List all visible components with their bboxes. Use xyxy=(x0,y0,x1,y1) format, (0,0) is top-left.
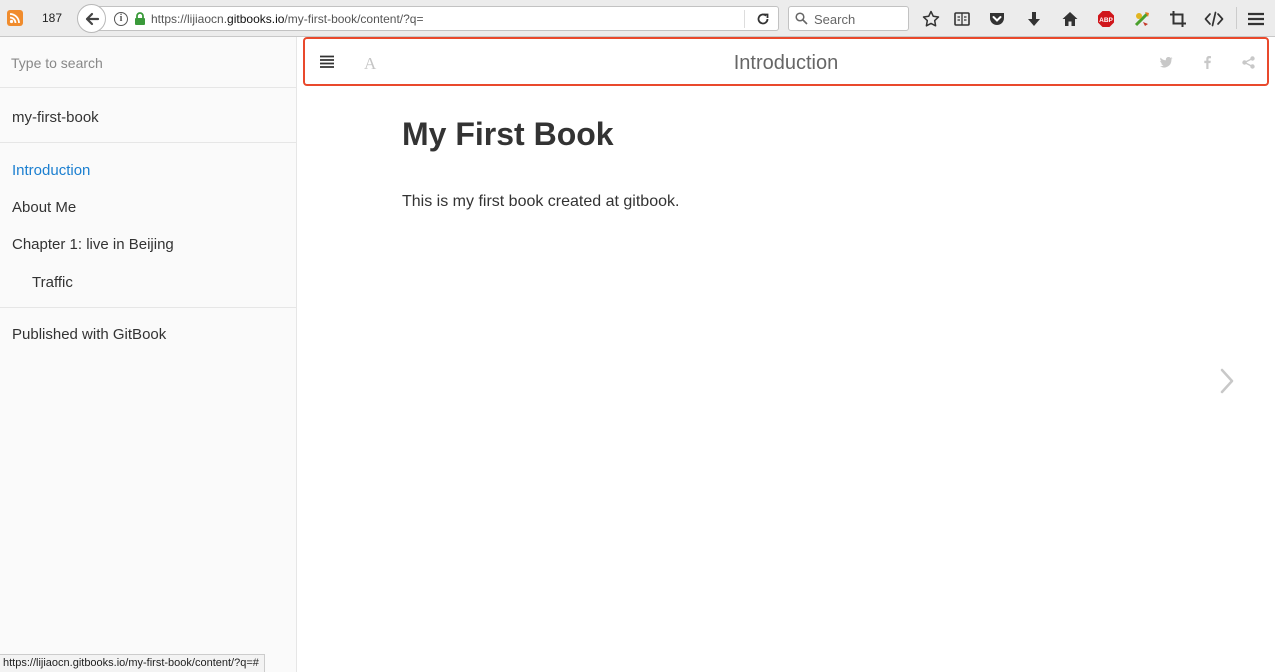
sidebar-divider xyxy=(0,307,296,308)
page-paragraph: This is my first book created at gitbook… xyxy=(402,193,680,210)
back-button[interactable] xyxy=(77,4,106,33)
sidebar-item-traffic[interactable]: Traffic xyxy=(32,274,73,291)
back-arrow-icon xyxy=(85,12,99,25)
chevron-right-icon[interactable] xyxy=(1218,366,1236,401)
sidebar-search-placeholder: Type to search xyxy=(11,55,103,71)
star-icon[interactable] xyxy=(921,9,941,29)
facebook-icon[interactable] xyxy=(1204,56,1211,69)
url-path: /my-first-book/content/?q= xyxy=(284,12,424,26)
sidebar-book-title[interactable]: my-first-book xyxy=(12,109,99,126)
sidebar-footer-link[interactable]: Published with GitBook xyxy=(12,326,166,343)
toolbar-divider xyxy=(1236,7,1237,29)
sidebar-search-input[interactable]: Type to search xyxy=(0,37,296,88)
sidebar-item-introduction[interactable]: Introduction xyxy=(12,162,90,179)
pocket-icon[interactable] xyxy=(987,9,1007,29)
url-bar[interactable]: i https://lijiaocn.gitbooks.io/my-first-… xyxy=(96,6,779,31)
adblock-label: ABP xyxy=(1099,17,1113,24)
reload-icon[interactable] xyxy=(756,12,770,31)
crop-icon[interactable] xyxy=(1168,9,1188,29)
devtools-icon[interactable] xyxy=(1204,9,1224,29)
browser-toolbar: 187 i https://lijiaocn.gitbooks.io/my-fi… xyxy=(0,0,1275,37)
page-title: Introduction xyxy=(733,52,839,74)
search-icon xyxy=(795,12,808,30)
sidebar-divider xyxy=(0,142,296,143)
share-icon[interactable] xyxy=(1242,56,1255,69)
book-header: A Introduction xyxy=(303,37,1269,86)
browser-search-input[interactable]: Search xyxy=(788,6,909,31)
url-prefix: https://lijiaocn. xyxy=(151,12,228,26)
book-sidebar: Type to search my-first-book Introductio… xyxy=(0,37,297,672)
url-text[interactable]: https://lijiaocn.gitbooks.io/my-first-bo… xyxy=(151,12,423,26)
menu-icon[interactable] xyxy=(1246,9,1266,29)
lock-icon xyxy=(134,12,146,31)
tab-count: 187 xyxy=(42,11,63,25)
browser-search-placeholder: Search xyxy=(814,12,856,27)
adblock-icon[interactable]: ABP xyxy=(1096,9,1116,29)
rss-icon[interactable] xyxy=(7,10,23,26)
home-icon[interactable] xyxy=(1060,9,1080,29)
status-bar: https://lijiaocn.gitbooks.io/my-first-bo… xyxy=(0,654,265,672)
info-icon[interactable]: i xyxy=(114,12,128,26)
extension-icon[interactable] xyxy=(1132,9,1152,29)
page-heading: My First Book xyxy=(402,116,614,152)
url-divider xyxy=(744,10,745,28)
reader-icon[interactable] xyxy=(952,9,972,29)
sidebar-item-chapter-1[interactable]: Chapter 1: live in Beijing xyxy=(12,236,174,253)
sidebar-item-about-me[interactable]: About Me xyxy=(12,199,76,216)
url-host: gitbooks.io xyxy=(227,12,285,26)
download-icon[interactable] xyxy=(1024,9,1044,29)
twitter-icon[interactable] xyxy=(1160,57,1173,68)
